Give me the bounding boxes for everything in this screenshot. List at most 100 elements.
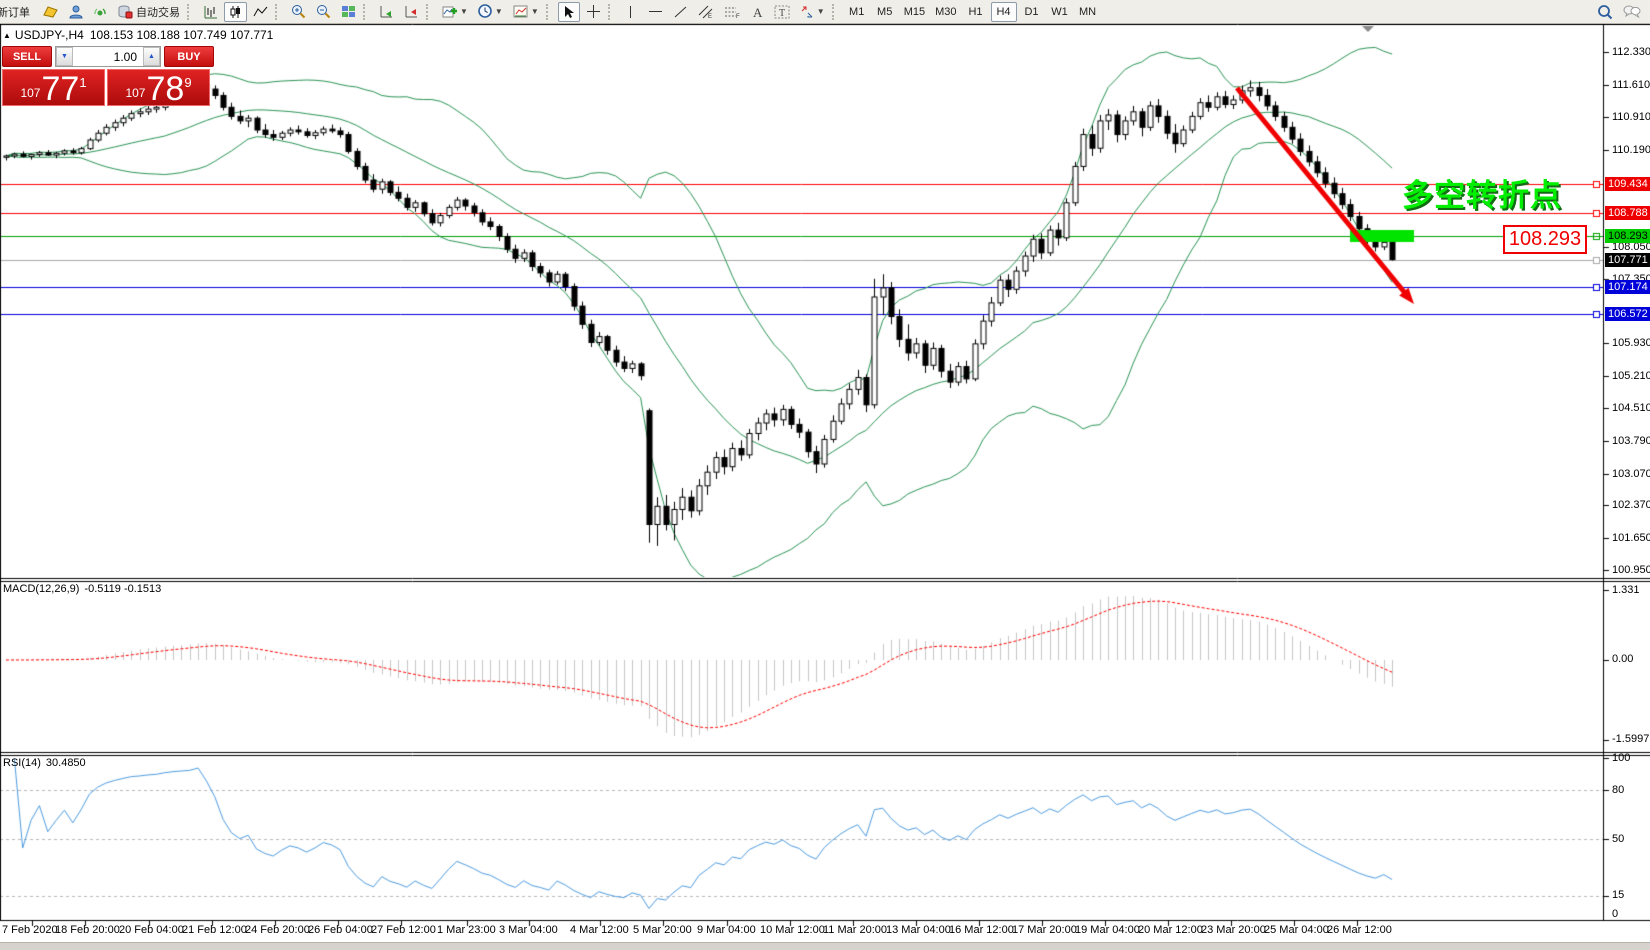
line-chart-mode-button[interactable] [249,2,272,22]
turning-point-annotation: 多空转折点 [1402,170,1562,215]
timeframe-M5[interactable]: M5 [872,2,898,22]
price-tick-label: 103.070 [1612,468,1650,480]
time-tick-label: 26 Feb 04:00 [308,924,373,936]
chart-marker-icon: ▲ [3,31,11,40]
svg-text:T: T [779,8,785,19]
price-tick-label: 111.610 [1612,79,1650,91]
market-watch-icon[interactable] [39,2,62,22]
time-tick-label: 23 Mar 20:00 [1201,924,1266,936]
price-level-badge: 109.434 [1605,177,1650,191]
chart-shift-button[interactable] [400,2,423,22]
candlestick-mode-button[interactable] [224,2,247,22]
new-order-label: 新订单 [0,4,30,20]
autotrade-button[interactable]: 自动交易 [114,2,184,22]
buy-price-prefix: 107 [125,86,145,100]
one-click-trading-panel: SELL ▼ 1.00 ▲ BUY 107 77 1 107 78 9 [2,46,214,106]
fibonacci-tool[interactable]: F [720,2,744,22]
tile-windows-button[interactable] [337,2,360,22]
trendline-tool[interactable] [669,2,692,22]
timeframe-M1[interactable]: M1 [844,2,870,22]
price-level-badge: 107.771 [1605,253,1650,267]
svg-text:A: A [753,5,763,19]
macd-name: MACD(12,26,9) [3,583,79,595]
toolbar-separator [546,4,555,20]
price-tick-label: 100.950 [1612,564,1650,576]
buy-price-button[interactable]: 107 78 9 [107,69,210,106]
timeframe-H4[interactable]: H4 [991,2,1017,22]
zoom-out-button[interactable] [312,2,335,22]
sell-price-sup: 1 [79,75,86,90]
text-tool[interactable]: A [746,2,768,22]
horizontal-line-tool[interactable] [644,2,667,22]
price-level-badge: 108.788 [1605,206,1650,220]
dropdown-caret: ▼ [817,7,825,16]
volume-value[interactable]: 1.00 [73,47,143,66]
volume-decrease-button[interactable]: ▼ [56,47,73,66]
toolbar: 新订单 自动交易 [0,0,1650,24]
rsi-name: RSI(14) [3,757,41,769]
zoom-in-button[interactable] [287,2,310,22]
periods-button[interactable]: ▼ [474,2,507,22]
time-tick-label: 7 Feb 2020 [2,924,58,936]
toolbar-separator [363,4,372,20]
mt4-terminal: 新订单 自动交易 [0,0,1650,950]
macd-tick-label: 1.331 [1612,584,1650,596]
dropdown-caret: ▼ [460,7,468,16]
time-tick-label: 19 Mar 04:00 [1075,924,1140,936]
sell-price-button[interactable]: 107 77 1 [2,69,105,106]
bar-chart-mode-button[interactable] [199,2,222,22]
rsi-label-row: RSI(14) 30.4850 [3,757,86,769]
time-tick-label: 18 Feb 20:00 [55,924,120,936]
time-tick-label: 25 Mar 04:00 [1264,924,1329,936]
rsi-tick-label: 100 [1612,752,1650,764]
price-tick-label: 101.650 [1612,532,1650,544]
buy-button[interactable]: BUY [164,46,214,67]
crosshair-tool-button[interactable] [582,2,605,22]
volume-increase-button[interactable]: ▲ [143,47,160,66]
vertical-line-tool[interactable] [620,2,642,22]
sell-price-main: 77 [41,76,79,102]
search-icon[interactable] [1593,2,1617,22]
timeframe-W1[interactable]: W1 [1047,2,1073,22]
arrows-tool[interactable]: ▼ [796,2,829,22]
chart-header: ▲ USDJPY-,H4 108.153 108.188 107.749 107… [3,28,273,42]
rsi-tick-label: 50 [1612,833,1650,845]
autotrade-label: 自动交易 [136,4,180,20]
timeframe-H1[interactable]: H1 [963,2,989,22]
bottom-status-strip [0,942,1650,950]
text-label-tool[interactable]: T [770,2,794,22]
profile-icon[interactable] [64,2,87,22]
price-level-badge: 108.293 [1605,229,1650,243]
chart-surface[interactable] [0,0,1650,950]
timeframe-MN[interactable]: MN [1075,2,1101,22]
timeframe-M15[interactable]: M15 [900,2,929,22]
macd-tick-label: 0.00 [1612,653,1650,665]
new-order-button[interactable]: 新订单 [1,2,37,22]
sell-button[interactable]: SELL [2,46,52,67]
toolbar-separator [275,4,284,20]
time-tick-label: 9 Mar 04:00 [697,924,756,936]
ohlc-values: 108.153 108.188 107.749 107.771 [90,28,274,42]
macd-label-row: MACD(12,26,9) -0.5119 -0.1513 [3,583,161,595]
rsi-value: 30.4850 [46,757,86,769]
time-tick-label: 11 Mar 20:00 [823,924,887,936]
svg-text:E: E [708,14,712,19]
signal-icon[interactable] [89,2,112,22]
cursor-tool-button[interactable] [558,2,580,22]
channel-tool[interactable]: E [694,2,718,22]
price-tick-label: 112.330 [1612,46,1650,58]
timeframe-M30[interactable]: M30 [931,2,960,22]
price-level-badge: 106.572 [1605,307,1650,321]
dropdown-caret: ▼ [531,7,539,16]
indicators-button[interactable]: ▼ [438,2,472,22]
auto-scroll-button[interactable] [375,2,398,22]
price-tick-label: 103.790 [1612,435,1650,447]
timeframe-D1[interactable]: D1 [1019,2,1045,22]
community-chat-icon[interactable] [1619,2,1645,22]
templates-button[interactable]: ▼ [509,2,543,22]
time-tick-label: 20 Feb 04:00 [119,924,184,936]
time-tick-label: 4 Mar 12:00 [570,924,629,936]
price-tick-label: 110.190 [1612,144,1650,156]
rsi-tick-label: 15 [1612,889,1650,901]
time-tick-label: 17 Mar 20:00 [1012,924,1077,936]
